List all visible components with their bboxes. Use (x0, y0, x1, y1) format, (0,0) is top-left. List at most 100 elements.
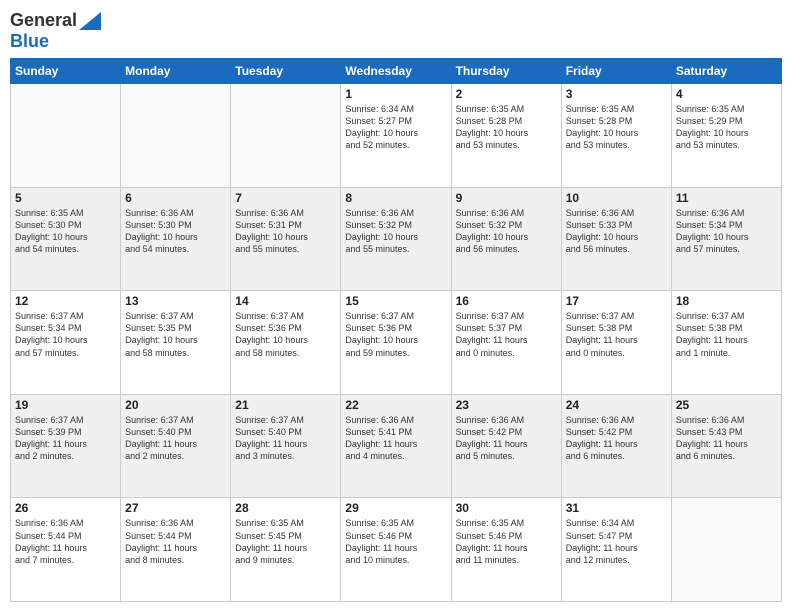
calendar-cell: 31 Sunrise: 6:34 AM Sunset: 5:47 PM Dayli… (561, 498, 671, 602)
calendar-cell: 25Sunrise: 6:36 AM Sunset: 5:43 PM Dayli… (671, 394, 781, 498)
calendar-cell: 30 Sunrise: 6:35 AM Sunset: 5:46 PM Dayli… (451, 498, 561, 602)
logo-blue: Blue (10, 31, 101, 52)
day-number: 22 (345, 398, 446, 412)
day-info: Sunrise: 6:36 AM Sunset: 5:30 PM Dayligh… (125, 207, 226, 256)
weekday-header-tuesday: Tuesday (231, 59, 341, 84)
weekday-header-monday: Monday (121, 59, 231, 84)
day-number: 9 (456, 191, 557, 205)
day-info: Sunrise: 6:36 AM Sunset: 5:42 PM Dayligh… (456, 414, 557, 463)
header: General Blue (10, 10, 782, 52)
day-info: Sunrise: 6:36 AM Sunset: 5:44 PM Dayligh… (15, 517, 116, 566)
day-number: 2 (456, 87, 557, 101)
calendar-cell: 18 Sunrise: 6:37 AM Sunset: 5:38 PM Dayli… (671, 291, 781, 395)
day-number: 6 (125, 191, 226, 205)
calendar-week-row: 12Sunrise: 6:37 AM Sunset: 5:34 PM Dayli… (11, 291, 782, 395)
calendar-cell: 21 Sunrise: 6:37 AM Sunset: 5:40 PM Dayli… (231, 394, 341, 498)
logo: General Blue (10, 10, 101, 52)
day-info: Sunrise: 6:37 AM Sunset: 5:40 PM Dayligh… (125, 414, 226, 463)
day-info: Sunrise: 6:37 AM Sunset: 5:38 PM Dayligh… (566, 310, 667, 359)
day-number: 29 (345, 501, 446, 515)
calendar-cell: 22 Sunrise: 6:36 AM Sunset: 5:41 PM Dayli… (341, 394, 451, 498)
calendar-cell: 10 Sunrise: 6:36 AM Sunset: 5:33 PM Dayli… (561, 187, 671, 291)
day-info: Sunrise: 6:36 AM Sunset: 5:31 PM Dayligh… (235, 207, 336, 256)
calendar-week-row: 19 Sunrise: 6:37 AM Sunset: 5:39 PM Dayli… (11, 394, 782, 498)
calendar-week-row: 5 Sunrise: 6:35 AM Sunset: 5:30 PM Daylig… (11, 187, 782, 291)
day-number: 15 (345, 294, 446, 308)
day-number: 28 (235, 501, 336, 515)
day-number: 20 (125, 398, 226, 412)
day-info: Sunrise: 6:36 AM Sunset: 5:42 PM Dayligh… (566, 414, 667, 463)
calendar-cell: 20 Sunrise: 6:37 AM Sunset: 5:40 PM Dayli… (121, 394, 231, 498)
day-number: 21 (235, 398, 336, 412)
weekday-header-saturday: Saturday (671, 59, 781, 84)
day-number: 8 (345, 191, 446, 205)
day-number: 3 (566, 87, 667, 101)
day-number: 25 (676, 398, 777, 412)
day-number: 30 (456, 501, 557, 515)
calendar-cell: 12Sunrise: 6:37 AM Sunset: 5:34 PM Dayli… (11, 291, 121, 395)
calendar-cell: 9Sunrise: 6:36 AM Sunset: 5:32 PM Daylig… (451, 187, 561, 291)
day-number: 11 (676, 191, 777, 205)
day-info: Sunrise: 6:37 AM Sunset: 5:38 PM Dayligh… (676, 310, 777, 359)
calendar-cell: 19 Sunrise: 6:37 AM Sunset: 5:39 PM Dayli… (11, 394, 121, 498)
day-number: 4 (676, 87, 777, 101)
day-number: 19 (15, 398, 116, 412)
day-number: 7 (235, 191, 336, 205)
calendar-cell: 2Sunrise: 6:35 AM Sunset: 5:28 PM Daylig… (451, 84, 561, 188)
day-number: 31 (566, 501, 667, 515)
day-info: Sunrise: 6:36 AM Sunset: 5:41 PM Dayligh… (345, 414, 446, 463)
day-info: Sunrise: 6:35 AM Sunset: 5:28 PM Dayligh… (566, 103, 667, 152)
weekday-header-sunday: Sunday (11, 59, 121, 84)
day-number: 26 (15, 501, 116, 515)
day-info: Sunrise: 6:36 AM Sunset: 5:32 PM Dayligh… (345, 207, 446, 256)
day-info: Sunrise: 6:36 AM Sunset: 5:44 PM Dayligh… (125, 517, 226, 566)
calendar-cell (11, 84, 121, 188)
calendar-cell: 28 Sunrise: 6:35 AM Sunset: 5:45 PM Dayli… (231, 498, 341, 602)
day-info: Sunrise: 6:37 AM Sunset: 5:39 PM Dayligh… (15, 414, 116, 463)
day-info: Sunrise: 6:34 AM Sunset: 5:47 PM Dayligh… (566, 517, 667, 566)
day-info: Sunrise: 6:37 AM Sunset: 5:35 PM Dayligh… (125, 310, 226, 359)
day-info: Sunrise: 6:34 AM Sunset: 5:27 PM Dayligh… (345, 103, 446, 152)
calendar-cell: 1 Sunrise: 6:34 AM Sunset: 5:27 PM Daylig… (341, 84, 451, 188)
calendar-cell: 11 Sunrise: 6:36 AM Sunset: 5:34 PM Dayli… (671, 187, 781, 291)
day-info: Sunrise: 6:35 AM Sunset: 5:30 PM Dayligh… (15, 207, 116, 256)
calendar-cell: 24 Sunrise: 6:36 AM Sunset: 5:42 PM Dayli… (561, 394, 671, 498)
calendar-cell: 15Sunrise: 6:37 AM Sunset: 5:36 PM Dayli… (341, 291, 451, 395)
logo-general: General (10, 10, 77, 31)
day-info: Sunrise: 6:35 AM Sunset: 5:46 PM Dayligh… (345, 517, 446, 566)
weekday-header-wednesday: Wednesday (341, 59, 451, 84)
day-number: 5 (15, 191, 116, 205)
day-number: 14 (235, 294, 336, 308)
calendar-cell: 17 Sunrise: 6:37 AM Sunset: 5:38 PM Dayli… (561, 291, 671, 395)
calendar-cell: 27Sunrise: 6:36 AM Sunset: 5:44 PM Dayli… (121, 498, 231, 602)
day-info: Sunrise: 6:35 AM Sunset: 5:46 PM Dayligh… (456, 517, 557, 566)
day-number: 16 (456, 294, 557, 308)
calendar-cell: 6 Sunrise: 6:36 AM Sunset: 5:30 PM Daylig… (121, 187, 231, 291)
day-number: 10 (566, 191, 667, 205)
day-number: 17 (566, 294, 667, 308)
day-info: Sunrise: 6:35 AM Sunset: 5:29 PM Dayligh… (676, 103, 777, 152)
page: General Blue SundayMondayTuesdayWednesda… (0, 0, 792, 612)
calendar-cell: 7 Sunrise: 6:36 AM Sunset: 5:31 PM Daylig… (231, 187, 341, 291)
calendar-cell: 5 Sunrise: 6:35 AM Sunset: 5:30 PM Daylig… (11, 187, 121, 291)
day-number: 23 (456, 398, 557, 412)
day-info: Sunrise: 6:36 AM Sunset: 5:33 PM Dayligh… (566, 207, 667, 256)
calendar-cell: 23 Sunrise: 6:36 AM Sunset: 5:42 PM Dayli… (451, 394, 561, 498)
calendar-week-row: 26 Sunrise: 6:36 AM Sunset: 5:44 PM Dayli… (11, 498, 782, 602)
calendar-week-row: 1 Sunrise: 6:34 AM Sunset: 5:27 PM Daylig… (11, 84, 782, 188)
calendar-cell: 4 Sunrise: 6:35 AM Sunset: 5:29 PM Daylig… (671, 84, 781, 188)
day-number: 24 (566, 398, 667, 412)
day-info: Sunrise: 6:36 AM Sunset: 5:34 PM Dayligh… (676, 207, 777, 256)
day-info: Sunrise: 6:37 AM Sunset: 5:37 PM Dayligh… (456, 310, 557, 359)
weekday-header-row: SundayMondayTuesdayWednesdayThursdayFrid… (11, 59, 782, 84)
day-number: 1 (345, 87, 446, 101)
day-info: Sunrise: 6:37 AM Sunset: 5:40 PM Dayligh… (235, 414, 336, 463)
weekday-header-friday: Friday (561, 59, 671, 84)
day-number: 18 (676, 294, 777, 308)
day-number: 12 (15, 294, 116, 308)
calendar-cell: 13Sunrise: 6:37 AM Sunset: 5:35 PM Dayli… (121, 291, 231, 395)
calendar-cell (231, 84, 341, 188)
day-info: Sunrise: 6:35 AM Sunset: 5:45 PM Dayligh… (235, 517, 336, 566)
calendar-cell: 14Sunrise: 6:37 AM Sunset: 5:36 PM Dayli… (231, 291, 341, 395)
calendar-cell: 16 Sunrise: 6:37 AM Sunset: 5:37 PM Dayli… (451, 291, 561, 395)
